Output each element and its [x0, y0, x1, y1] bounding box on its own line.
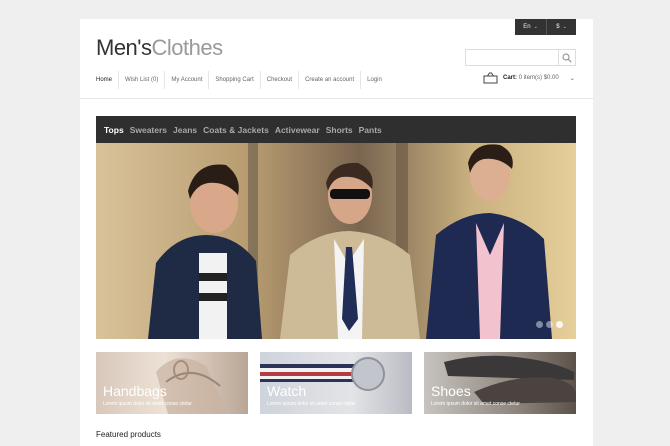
banner-title: Handbags [103, 383, 167, 399]
store-page: En ⌄ $ ⌄ Men'sClothes Home Wish List (0)… [80, 19, 593, 446]
nav-my-account[interactable]: My Account [164, 71, 208, 89]
banner-text: Lorem ipsum dolor sit amet conse ctetur [431, 401, 520, 407]
language-label: En [523, 24, 531, 30]
category-coats-jackets[interactable]: Coats & Jackets [203, 125, 269, 135]
logo-part-1: Men's [96, 35, 152, 60]
header-divider [80, 98, 593, 99]
slider-dots [536, 321, 563, 328]
category-activewear[interactable]: Activewear [275, 125, 320, 135]
category-sweaters[interactable]: Sweaters [130, 125, 167, 135]
nav-login[interactable]: Login [360, 71, 388, 89]
category-tops[interactable]: Tops [104, 125, 124, 135]
featured-heading: Featured products [96, 430, 161, 439]
slider-dot-3[interactable] [556, 321, 563, 328]
language-selector[interactable]: En ⌄ [515, 19, 546, 35]
hero-image [96, 143, 576, 339]
cart-summary: 0 item(s) $0.00 [518, 75, 559, 81]
chevron-down-icon: ⌄ [569, 75, 575, 82]
slider-dot-1[interactable] [536, 321, 543, 328]
nav-create-account[interactable]: Create an account [298, 71, 360, 89]
banner-title: Watch [267, 383, 307, 399]
shopping-bag-icon [483, 72, 498, 84]
banner-handbags[interactable]: Handbags Lorem ipsum dolor sit amet cons… [96, 352, 248, 414]
banner-watch[interactable]: Watch Lorem ipsum dolor sit amet conse c… [260, 352, 412, 414]
nav-home[interactable]: Home [90, 71, 118, 89]
search-icon [562, 52, 572, 63]
category-shorts[interactable]: Shorts [326, 125, 353, 135]
currency-label: $ [556, 24, 560, 30]
currency-selector[interactable]: $ ⌄ [546, 19, 576, 35]
banner-text: Lorem ipsum dolor sit amet conse ctetur [267, 401, 356, 407]
banner-title: Shoes [431, 383, 471, 399]
hero-slider[interactable] [96, 143, 576, 339]
chevron-down-icon: ⌄ [562, 24, 567, 30]
logo-part-2: Clothes [151, 35, 224, 60]
search-box [465, 49, 576, 66]
site-logo[interactable]: Men'sClothes [96, 35, 223, 61]
topbar: En ⌄ $ ⌄ [515, 19, 576, 35]
nav-checkout[interactable]: Checkout [259, 71, 298, 89]
banner-shoes[interactable]: Shoes Lorem ipsum dolor sit amet conse c… [424, 352, 576, 414]
slider-dot-2[interactable] [546, 321, 553, 328]
cart-widget[interactable]: Cart: 0 item(s) $0.00 ⌄ [483, 72, 575, 84]
banner-text: Lorem ipsum dolor sit amet conse ctetur [103, 401, 192, 407]
search-button[interactable] [559, 49, 576, 66]
category-pants[interactable]: Pants [359, 125, 382, 135]
nav-wish-list[interactable]: Wish List (0) [118, 71, 164, 89]
category-jeans[interactable]: Jeans [173, 125, 197, 135]
category-menu: Tops Sweaters Jeans Coats & Jackets Acti… [96, 116, 576, 143]
search-input[interactable] [465, 49, 559, 66]
chevron-down-icon: ⌄ [533, 24, 538, 30]
cart-label: Cart: [503, 75, 518, 81]
nav-shopping-cart[interactable]: Shopping Cart [208, 71, 259, 89]
main-nav: Home Wish List (0) My Account Shopping C… [90, 70, 388, 90]
